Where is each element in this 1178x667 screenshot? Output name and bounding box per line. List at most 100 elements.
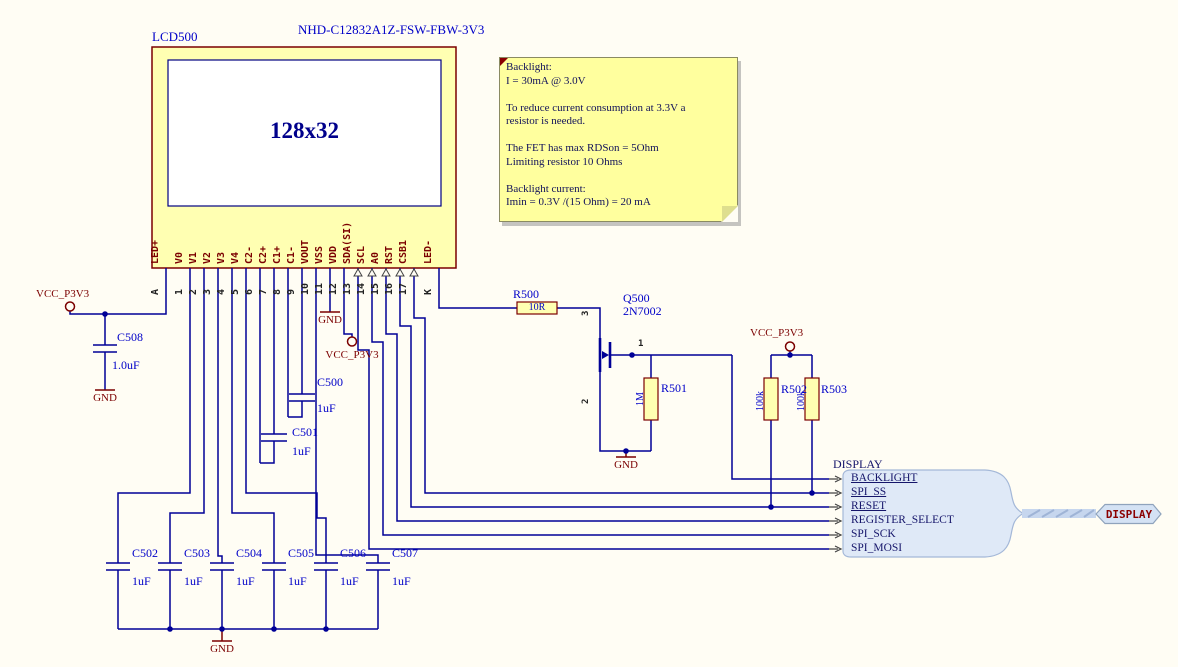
c501-value: 1uF [292, 444, 311, 459]
lcd-designator: LCD500 [152, 29, 198, 45]
vcc-label-mid: VCC_P3V3 [312, 349, 392, 361]
lcd-pin-number: A [151, 289, 161, 295]
lcd-pin-number: 16 [385, 283, 395, 295]
note-backlight[interactable]: Backlight: I = 30mA @ 3.0V To reduce cur… [499, 57, 738, 222]
vcc-port-left[interactable] [66, 302, 75, 311]
lcd-pin-number: K [424, 289, 434, 295]
lcd-pin-name: V3 [217, 252, 227, 264]
gnd-label-caps: GND [202, 643, 242, 655]
resistor-r501[interactable] [644, 378, 658, 420]
power-ports[interactable] [66, 302, 795, 641]
c508-designator: C508 [117, 330, 143, 345]
lcd-pin-number: 3 [203, 289, 213, 295]
mosfet-q500[interactable] [600, 338, 610, 372]
note-folded-corner [722, 206, 738, 222]
c508-value: 1.0uF [112, 358, 140, 373]
lcd-pin-name: LED- [424, 240, 434, 264]
r501-designator: R501 [661, 381, 687, 396]
harness-entry-backlight[interactable]: BACKLIGHT [851, 472, 917, 484]
lcd-pin-name: CSB1 [399, 240, 409, 264]
lcd-pin-name: A0 [371, 252, 381, 264]
gnd-label-vss: GND [310, 314, 350, 326]
lcd-pin-name: C1+ [273, 246, 283, 264]
junction-dots [102, 311, 815, 632]
r503-designator: R503 [821, 382, 847, 397]
c505-designator: C505 [288, 546, 314, 561]
q500-pin2-number: 2 [581, 399, 591, 404]
c500-designator: C500 [317, 375, 343, 390]
gnd-label-c508: GND [85, 392, 125, 404]
lcd-pin-number: 15 [371, 283, 381, 295]
lcd-pin-number: 5 [231, 289, 241, 295]
r501-value: 1M [636, 392, 646, 406]
c503-value: 1uF [184, 574, 203, 589]
q500-pin3-number: 3 [581, 311, 591, 316]
c501-designator: C501 [292, 425, 318, 440]
r502-value: 100k [756, 391, 766, 411]
schematic-canvas: LCD500 NHD-C12832A1Z-FSW-FBW-3V3 128x32 … [0, 0, 1178, 667]
q500-comment: 2N7002 [623, 304, 662, 319]
mosfet-arrow [602, 351, 609, 359]
resistor-r503[interactable] [805, 378, 819, 420]
lcd-pin-number: 14 [357, 283, 367, 295]
vcc-label-left: VCC_P3V3 [36, 288, 89, 300]
c507-value: 1uF [392, 574, 411, 589]
lcd-pin-name: V4 [231, 252, 241, 264]
c504-designator: C504 [236, 546, 262, 561]
harness-entry-arrows [829, 476, 841, 552]
harness-title: DISPLAY [833, 457, 883, 472]
gnd-label-q500: GND [606, 459, 646, 471]
lcd-component[interactable] [152, 47, 456, 268]
harness-cable[interactable] [1022, 509, 1096, 518]
c506-designator: C506 [340, 546, 366, 561]
resistor-r502[interactable] [764, 378, 778, 420]
lcd-pin-number: 2 [189, 289, 199, 295]
lcd-pin-number: 17 [399, 283, 409, 295]
vcc-label-right: VCC_P3V3 [750, 327, 803, 339]
display-connector-label[interactable]: DISPLAY [1100, 508, 1158, 521]
c504-value: 1uF [236, 574, 255, 589]
c507-designator: C507 [392, 546, 418, 561]
lcd-pin-name: C2- [245, 246, 255, 264]
lcd-pin-name: V1 [189, 252, 199, 264]
lcd-screen-label: 128x32 [168, 118, 441, 144]
lcd-pin-name: V0 [175, 252, 185, 264]
lcd-pin-number: 4 [217, 289, 227, 295]
lcd-pin-name: SDA(SI) [343, 222, 353, 264]
c505-value: 1uF [288, 574, 307, 589]
lcd-comment: NHD-C12832A1Z-FSW-FBW-3V3 [298, 22, 484, 38]
lcd-pin-name: VSS [315, 246, 325, 264]
lcd-pin-number: 12 [329, 283, 339, 295]
harness-entry-spi-ss[interactable]: SPI_SS [851, 486, 886, 498]
lcd-pin-name: C1- [287, 246, 297, 264]
r503-value: 100k [797, 391, 807, 411]
lcd-pin-name: RST [385, 246, 395, 264]
lcd-pin-name: V2 [203, 252, 213, 264]
c502-value: 1uF [132, 574, 151, 589]
lcd-pin-number: 13 [343, 283, 353, 295]
lcd-pin-name: C2+ [259, 246, 269, 264]
lcd-pin-name: VDD [329, 246, 339, 264]
c506-value: 1uF [340, 574, 359, 589]
lcd-pin-number: 10 [301, 283, 311, 295]
c503-designator: C503 [184, 546, 210, 561]
lcd-pin-number: 1 [175, 289, 185, 295]
lcd-pin-number: 11 [315, 283, 325, 295]
c500-value: 1uF [317, 401, 336, 416]
lcd-pin-name: SCL [357, 246, 367, 264]
c502-designator: C502 [132, 546, 158, 561]
lcd-pin-name: VOUT [301, 240, 311, 264]
input-pin-arrows [354, 269, 418, 276]
note-text: Backlight: I = 30mA @ 3.0V To reduce cur… [506, 61, 731, 210]
harness-entry-spi-mosi[interactable]: SPI_MOSI [851, 542, 902, 554]
lcd-pin-number: 9 [287, 289, 297, 295]
r500-designator: R500 [513, 287, 539, 302]
vcc-port-mid[interactable] [348, 337, 357, 346]
harness-entry-register-select[interactable]: REGISTER_SELECT [851, 514, 954, 526]
vcc-port-right[interactable] [786, 342, 795, 351]
harness-entry-reset[interactable]: RESET [851, 500, 886, 512]
harness-entry-spi-sck[interactable]: SPI_SCK [851, 528, 896, 540]
lcd-pin-number: 8 [273, 289, 283, 295]
lcd-pin-name: LED+ [151, 240, 161, 264]
lcd-pin-number: 7 [259, 289, 269, 295]
